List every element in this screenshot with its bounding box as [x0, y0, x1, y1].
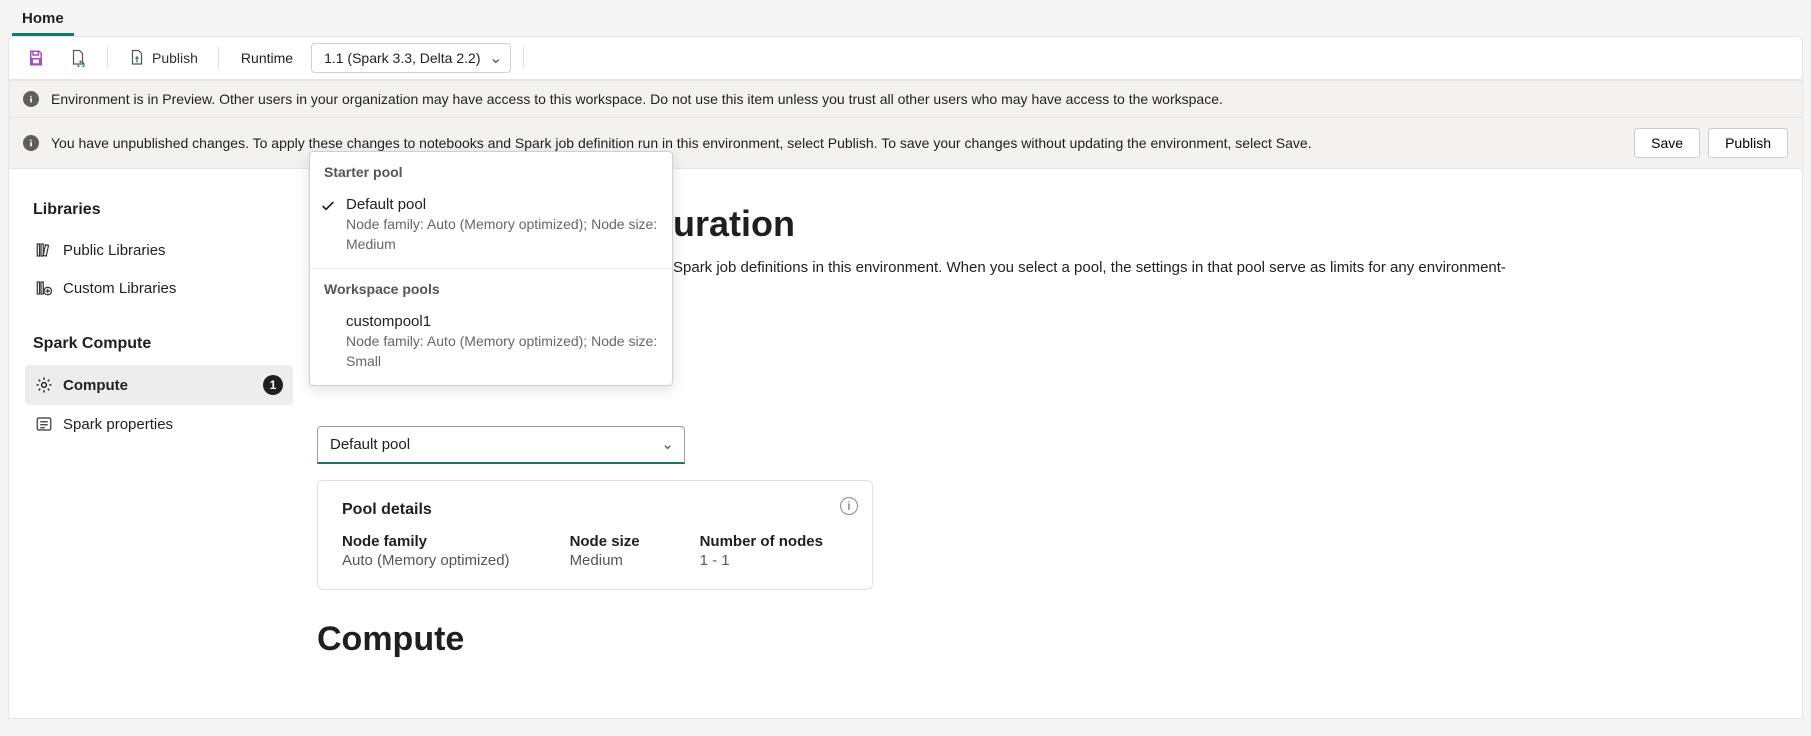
info-icon	[23, 91, 39, 107]
sidebar-item-label: Spark properties	[63, 416, 173, 433]
page-body-fragment: Spark job definitions in this environmen…	[673, 259, 1768, 276]
content: uration Spark job definitions in this en…	[309, 169, 1802, 718]
pool-details-heading: Pool details	[342, 501, 848, 519]
node-size-value: Medium	[570, 552, 640, 569]
dropdown-section-workspace: Workspace pools	[310, 268, 672, 305]
sidebar-item-label: Public Libraries	[63, 242, 166, 259]
dropdown-item-custompool1[interactable]: custompool1 Node family: Auto (Memory op…	[310, 305, 672, 385]
toolbar: Publish Runtime 1.1 (Spark 3.3, Delta 2.…	[8, 36, 1803, 80]
separator	[218, 47, 219, 69]
custom-libraries-icon	[35, 279, 53, 297]
document-refresh-icon	[69, 49, 87, 67]
sidebar-item-compute[interactable]: Compute 1	[25, 365, 293, 405]
chevron-down-icon: ⌄	[661, 435, 674, 453]
preview-banner-text: Environment is in Preview. Other users i…	[51, 91, 1223, 107]
publish-label: Publish	[152, 50, 198, 66]
save-icon-button[interactable]	[19, 43, 53, 73]
dropdown-section-starter: Starter pool	[310, 152, 672, 188]
sidebar-heading-spark-compute: Spark Compute	[33, 335, 285, 353]
dropdown-item-desc: Node family: Auto (Memory optimized); No…	[346, 215, 658, 254]
public-libraries-icon	[35, 241, 53, 259]
sidebar-item-custom-libraries[interactable]: Custom Libraries	[25, 269, 293, 307]
separator	[523, 47, 524, 69]
sidebar: Libraries Public Libraries Custom Librar…	[9, 169, 309, 718]
info-icon[interactable]: i	[840, 497, 858, 515]
sidebar-item-spark-properties[interactable]: Spark properties	[25, 405, 293, 443]
page-title-fragment: uration	[673, 203, 1768, 245]
node-size-label: Node size	[570, 533, 640, 550]
sidebar-heading-libraries: Libraries	[33, 201, 285, 219]
publish-icon	[128, 49, 146, 67]
sidebar-item-public-libraries[interactable]: Public Libraries	[25, 231, 293, 269]
properties-icon	[35, 415, 53, 433]
publish-button[interactable]: Publish	[120, 43, 206, 73]
preview-banner: Environment is in Preview. Other users i…	[8, 80, 1803, 118]
unpublished-banner-text: You have unpublished changes. To apply t…	[51, 135, 1312, 151]
pool-dropdown-popup: Starter pool Default pool Node family: A…	[309, 151, 673, 386]
num-nodes-value: 1 - 1	[700, 552, 823, 569]
sidebar-item-label: Custom Libraries	[63, 280, 176, 297]
dropdown-item-title: Default pool	[346, 196, 658, 213]
banner-publish-button[interactable]: Publish	[1708, 128, 1788, 158]
compute-badge: 1	[263, 375, 283, 395]
banner-save-button[interactable]: Save	[1634, 128, 1700, 158]
dropdown-item-desc: Node family: Auto (Memory optimized); No…	[346, 332, 658, 371]
runtime-label[interactable]: Runtime	[231, 44, 303, 72]
unpublished-banner: You have unpublished changes. To apply t…	[8, 118, 1803, 169]
dropdown-item-default-pool[interactable]: Default pool Node family: Auto (Memory o…	[310, 188, 672, 268]
gear-icon	[35, 376, 53, 394]
dropdown-item-title: custompool1	[346, 313, 658, 330]
num-nodes-label: Number of nodes	[700, 533, 823, 550]
pool-details-card: i Pool details Node family Auto (Memory …	[317, 480, 873, 590]
tab-home[interactable]: Home	[12, 4, 74, 36]
refresh-doc-button[interactable]	[61, 43, 95, 73]
compute-heading: Compute	[317, 620, 1768, 659]
node-family-label: Node family	[342, 533, 510, 550]
sidebar-item-label: Compute	[63, 377, 128, 394]
node-family-value: Auto (Memory optimized)	[342, 552, 510, 569]
runtime-dropdown[interactable]: 1.1 (Spark 3.3, Delta 2.2)	[311, 43, 511, 73]
separator	[107, 47, 108, 69]
pool-select-value: Default pool	[330, 436, 410, 453]
check-icon	[320, 198, 336, 217]
info-icon	[23, 135, 39, 151]
pool-select-input[interactable]: Default pool ⌄	[317, 426, 685, 464]
save-icon	[27, 49, 45, 67]
